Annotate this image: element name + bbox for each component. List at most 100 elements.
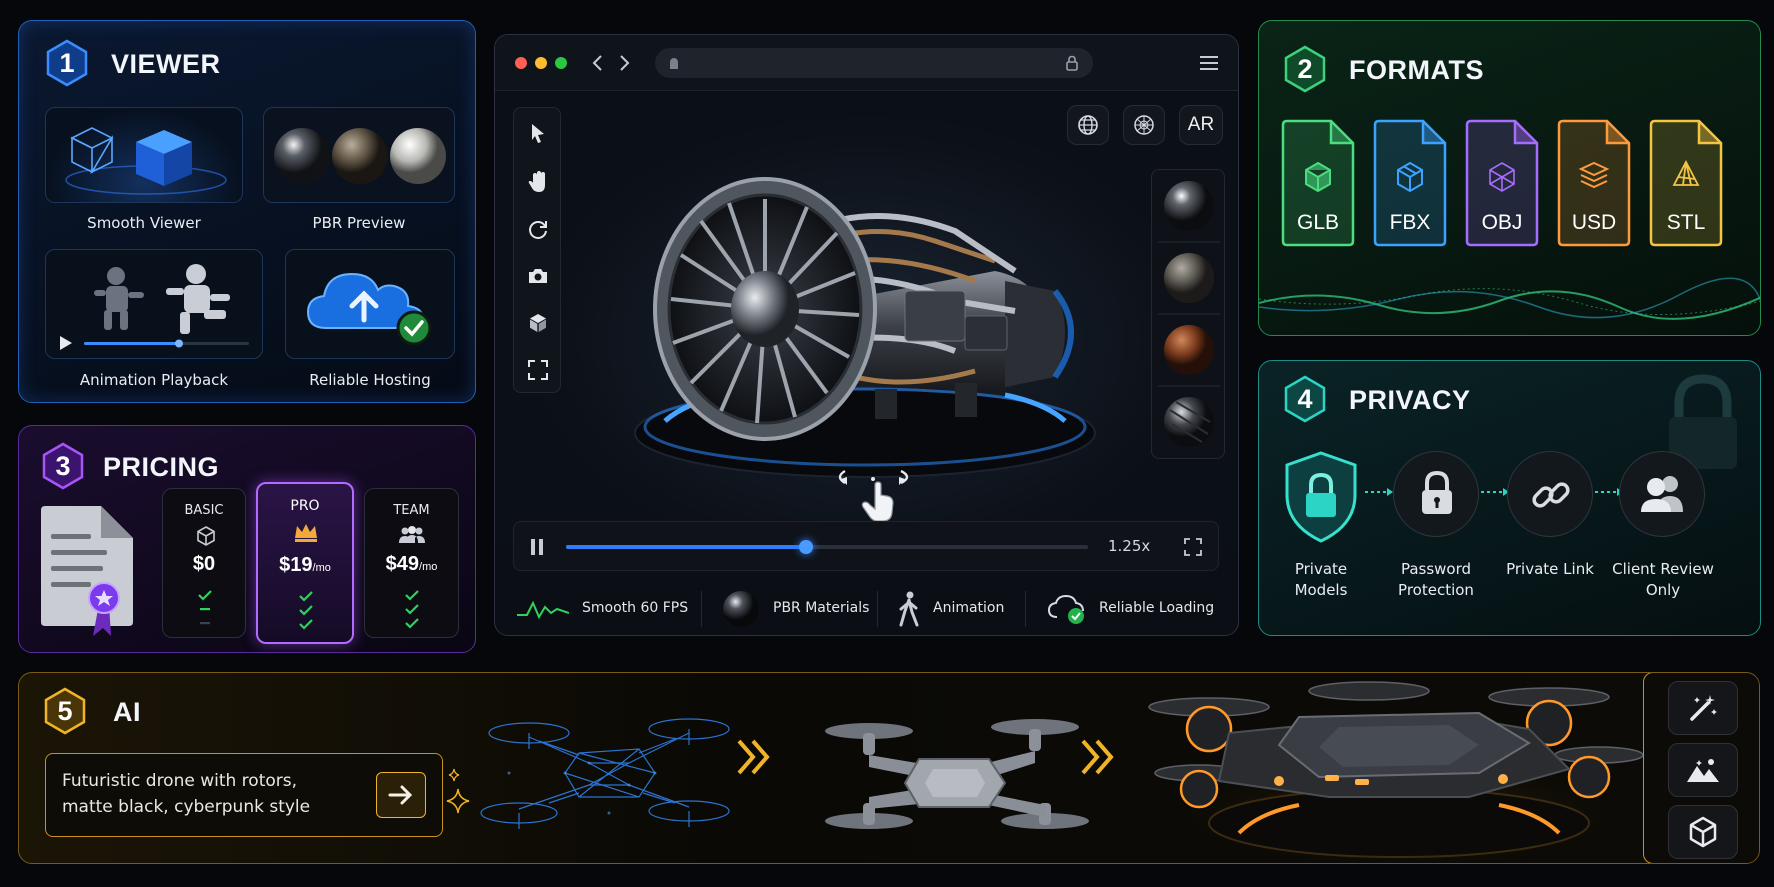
site-info-icon: [670, 58, 678, 69]
walking-person-icon: [899, 591, 919, 627]
play-icon: [60, 336, 72, 350]
format-label: OBJ: [1481, 211, 1523, 234]
minimize-window-button[interactable]: [535, 57, 547, 69]
fullscreen-icon[interactable]: [1184, 538, 1202, 556]
cube-view-icon[interactable]: [527, 312, 549, 334]
step-badge: 4: [1281, 375, 1329, 423]
plan-card-team[interactable]: TEAM $49/mo: [364, 488, 459, 638]
orbit-gesture-icon: [838, 469, 909, 522]
chevron-right-icon: [737, 739, 770, 775]
menu-icon[interactable]: [1200, 55, 1218, 71]
close-window-button[interactable]: [515, 57, 527, 69]
shield-lock-icon: [1285, 451, 1357, 543]
viewer-panel: 1 VIEWER Smooth Viewer PBR Preview Anima…: [18, 20, 476, 403]
feature-checks: [405, 590, 419, 629]
timeline-scrubber[interactable]: [799, 540, 814, 554]
browser-window: AR 1.25x Smooth 60 FPS PBR Materials Ani…: [494, 34, 1239, 636]
ar-label: AR: [1187, 114, 1215, 135]
image-to-3d-button[interactable]: [1668, 743, 1738, 797]
magic-wand-button[interactable]: [1668, 681, 1738, 735]
pause-icon[interactable]: [530, 539, 544, 555]
card-label: Animation Playback: [79, 371, 229, 389]
timeline-track[interactable]: [566, 540, 1088, 554]
format-file-fbx[interactable]: FBX: [1373, 119, 1447, 247]
plan-name: BASIC: [184, 503, 224, 518]
cube-icon: [197, 526, 215, 546]
chevron-right-icon: [1081, 739, 1114, 775]
material-swatches[interactable]: [1152, 170, 1226, 460]
fps-wave-icon: [517, 600, 569, 620]
format-file-glb[interactable]: GLB: [1281, 119, 1355, 247]
format-label: STL: [1666, 211, 1706, 234]
contract-document-icon: [41, 506, 133, 636]
pricing-panel: 3 PRICING BASIC $0 PRO $19/mo TEAM $49/m…: [18, 425, 476, 653]
link-icon: [1532, 482, 1570, 508]
ai-tool-stack: [1643, 673, 1759, 863]
plan-card-basic[interactable]: BASIC $0: [162, 488, 246, 638]
fullscreen-icon[interactable]: [528, 360, 548, 380]
privacy-panel: 4 PRIVACY Private Models Password Protecti…: [1258, 360, 1761, 636]
back-arrow-icon[interactable]: [591, 54, 603, 72]
plan-name: PRO: [290, 498, 320, 514]
animation-playback-card[interactable]: [45, 249, 263, 359]
model-viewport[interactable]: AR: [495, 91, 1238, 545]
feature-label: PBR Materials: [773, 600, 870, 616]
crown-icon: [295, 524, 317, 542]
tool-rail: [513, 107, 561, 393]
ar-button[interactable]: AR: [1179, 105, 1223, 145]
panel-title: AI: [113, 697, 141, 727]
feature-strip: Smooth 60 FPS PBR Materials Animation Re…: [495, 581, 1238, 635]
ai-prompt-input[interactable]: Futuristic drone with rotors, matte black…: [45, 753, 443, 837]
users-icon: [1641, 476, 1683, 512]
cube-model-button[interactable]: [1668, 805, 1738, 859]
wireframe-drone-model: [480, 718, 730, 829]
plan-price: $19/mo: [279, 554, 331, 576]
client-review-item[interactable]: [1619, 451, 1705, 537]
privacy-label: Client Review Only: [1612, 560, 1714, 599]
connector-dots: [1365, 488, 1393, 496]
private-link-item[interactable]: [1507, 451, 1593, 537]
arrow-right-icon: [388, 785, 413, 805]
pan-hand-icon[interactable]: [527, 170, 549, 194]
format-file-obj[interactable]: OBJ: [1465, 119, 1539, 247]
clay-drone-model: [825, 719, 1089, 829]
step-badge: 2: [1281, 45, 1329, 93]
feature-label: Reliable Loading: [1099, 600, 1215, 616]
card-label: PBR Preview: [312, 214, 406, 232]
password-protection-item[interactable]: [1393, 451, 1479, 537]
cloud-check-icon: [1047, 594, 1084, 624]
format-file-stl[interactable]: STL: [1649, 119, 1723, 247]
material-rail: [1151, 169, 1225, 459]
smooth-viewer-card[interactable]: [45, 107, 243, 203]
timeline-progress: [566, 545, 807, 549]
browser-toolbar: [495, 35, 1238, 91]
step-badge: 5: [41, 687, 89, 735]
generate-button[interactable]: [376, 772, 426, 818]
jet-engine-model[interactable]: [575, 131, 1135, 491]
card-label: Smooth Viewer: [87, 214, 201, 232]
plan-price: $49/mo: [385, 553, 438, 575]
camera-icon[interactable]: [527, 266, 549, 286]
sparkle-icon: [446, 768, 470, 814]
format-label: USD: [1571, 211, 1617, 234]
plan-name: TEAM: [393, 503, 430, 518]
format-file-usd[interactable]: USD: [1557, 119, 1631, 247]
rotate-icon[interactable]: [527, 218, 549, 240]
feature-checks: [198, 590, 212, 625]
panel-title: VIEWER: [111, 49, 221, 79]
rendered-drone-model: [1148, 681, 1649, 863]
select-cursor-icon[interactable]: [528, 122, 548, 144]
formats-panel: 2 FORMATS GLB FBX OBJ USD STL: [1258, 20, 1761, 336]
forward-arrow-icon[interactable]: [619, 54, 631, 72]
playback-speed[interactable]: 1.25x: [1108, 537, 1150, 555]
feature-checks: [299, 591, 313, 630]
robot-runner-icon: [60, 264, 249, 350]
plan-card-pro[interactable]: PRO $19/mo: [256, 482, 354, 644]
card-label: Reliable Hosting: [309, 371, 431, 389]
maximize-window-button[interactable]: [555, 57, 567, 69]
address-bar[interactable]: [655, 48, 1093, 78]
cube-icon: [1689, 816, 1717, 848]
reliable-hosting-card[interactable]: [285, 249, 455, 359]
privacy-label: Private Link: [1506, 560, 1594, 578]
pbr-preview-card[interactable]: [263, 107, 455, 203]
